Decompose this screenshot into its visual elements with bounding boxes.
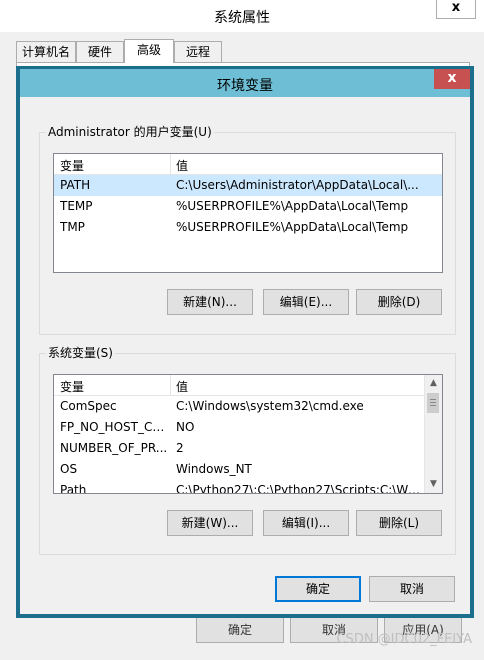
- column-header-value[interactable]: 值: [176, 378, 188, 395]
- variable-name: OS: [60, 462, 78, 476]
- watermark: CSDN @IDC02_FEIYA: [336, 632, 472, 647]
- system-variables-label: 系统变量(S): [46, 346, 115, 360]
- dialog-title: 环境变量: [217, 78, 273, 94]
- list-rows: ComSpec C:\Windows\system32\cmd.exe FP_N…: [54, 396, 424, 494]
- column-header-variable[interactable]: 变量: [60, 378, 84, 395]
- tab-advanced[interactable]: 高级: [124, 39, 174, 63]
- system-delete-button[interactable]: 删除(L): [356, 510, 442, 536]
- variable-name: Path: [60, 483, 87, 494]
- variable-value: C:\Windows\system32\cmd.exe: [176, 399, 364, 413]
- system-variables-group: 系统变量(S) 变量 值 ComSpec C:\Windows\system32…: [39, 346, 456, 555]
- scroll-down-icon[interactable]: ▼: [425, 476, 442, 493]
- table-row[interactable]: OS Windows_NT: [54, 459, 424, 480]
- variable-value: C:\Users\Administrator\AppData\Local\...: [176, 178, 419, 192]
- tab-remote[interactable]: 远程: [174, 41, 222, 62]
- table-row[interactable]: FP_NO_HOST_CH... NO: [54, 417, 424, 438]
- scroll-thumb[interactable]: [427, 393, 439, 413]
- table-row[interactable]: ComSpec C:\Windows\system32\cmd.exe: [54, 396, 424, 417]
- parent-close-button[interactable]: x: [436, 0, 476, 19]
- variable-name: FP_NO_HOST_CH...: [60, 420, 168, 434]
- variable-value: %USERPROFILE%\AppData\Local\Temp: [176, 199, 409, 213]
- variable-name: ComSpec: [60, 399, 117, 413]
- column-header-variable[interactable]: 变量: [60, 157, 84, 174]
- parent-titlebar: 系统属性 x: [0, 0, 484, 32]
- column-header-value[interactable]: 值: [176, 157, 188, 174]
- variable-value: NO: [176, 420, 195, 434]
- tab-hardware[interactable]: 硬件: [76, 41, 124, 62]
- dialog-body: Administrator 的用户变量(U) 变量 值 PATH C:\User…: [20, 97, 470, 614]
- ok-button[interactable]: 确定: [275, 576, 361, 602]
- table-row[interactable]: Path C:\Python27\;C:\Python27\Scripts;C:…: [54, 480, 424, 494]
- table-row[interactable]: NUMBER_OF_PR... 2: [54, 438, 424, 459]
- column-separator[interactable]: [170, 154, 171, 174]
- system-edit-button[interactable]: 编辑(I)...: [263, 510, 349, 536]
- variable-value: Windows_NT: [176, 462, 252, 476]
- variable-value: 2: [176, 441, 184, 455]
- table-row[interactable]: TEMP %USERPROFILE%\AppData\Local\Temp: [54, 196, 442, 217]
- parent-window-title: 系统属性: [214, 10, 270, 26]
- table-row[interactable]: PATH C:\Users\Administrator\AppData\Loca…: [54, 175, 442, 196]
- system-variables-list[interactable]: 变量 值 ComSpec C:\Windows\system32\cmd.exe…: [53, 374, 443, 494]
- list-header: 变量 值: [54, 154, 442, 175]
- vertical-scrollbar[interactable]: ▲ ▼: [424, 375, 442, 493]
- variable-value: C:\Python27\;C:\Python27\Scripts;C:\Win.…: [176, 483, 420, 494]
- variable-name: TEMP: [60, 199, 93, 213]
- scroll-up-icon[interactable]: ▲: [425, 375, 442, 392]
- tab-computer-name[interactable]: 计算机名: [16, 41, 76, 62]
- env-vars-dialog: 环境变量 x Administrator 的用户变量(U) 变量 值 PATH …: [16, 66, 474, 618]
- variable-value: %USERPROFILE%\AppData\Local\Temp: [176, 220, 409, 234]
- parent-ok-button[interactable]: 确定: [196, 617, 284, 643]
- close-icon: x: [451, 0, 461, 15]
- variable-name: TMP: [60, 220, 85, 234]
- variable-name: PATH: [60, 178, 91, 192]
- user-edit-button[interactable]: 编辑(E)...: [263, 289, 349, 315]
- column-separator[interactable]: [170, 375, 171, 395]
- variable-name: NUMBER_OF_PR...: [60, 441, 168, 455]
- user-variables-label: Administrator 的用户变量(U): [46, 125, 214, 139]
- dialog-titlebar: 环境变量: [20, 69, 470, 97]
- list-header: 变量 值: [54, 375, 424, 396]
- close-icon: x: [447, 70, 457, 86]
- user-new-button[interactable]: 新建(N)...: [167, 289, 253, 315]
- user-variables-group: Administrator 的用户变量(U) 变量 值 PATH C:\User…: [39, 125, 456, 335]
- system-new-button[interactable]: 新建(W)...: [167, 510, 253, 536]
- user-variables-list[interactable]: 变量 值 PATH C:\Users\Administrator\AppData…: [53, 153, 443, 273]
- table-row[interactable]: TMP %USERPROFILE%\AppData\Local\Temp: [54, 217, 442, 238]
- cancel-button[interactable]: 取消: [369, 576, 455, 602]
- dialog-close-button[interactable]: x: [434, 69, 470, 89]
- user-delete-button[interactable]: 删除(D): [356, 289, 442, 315]
